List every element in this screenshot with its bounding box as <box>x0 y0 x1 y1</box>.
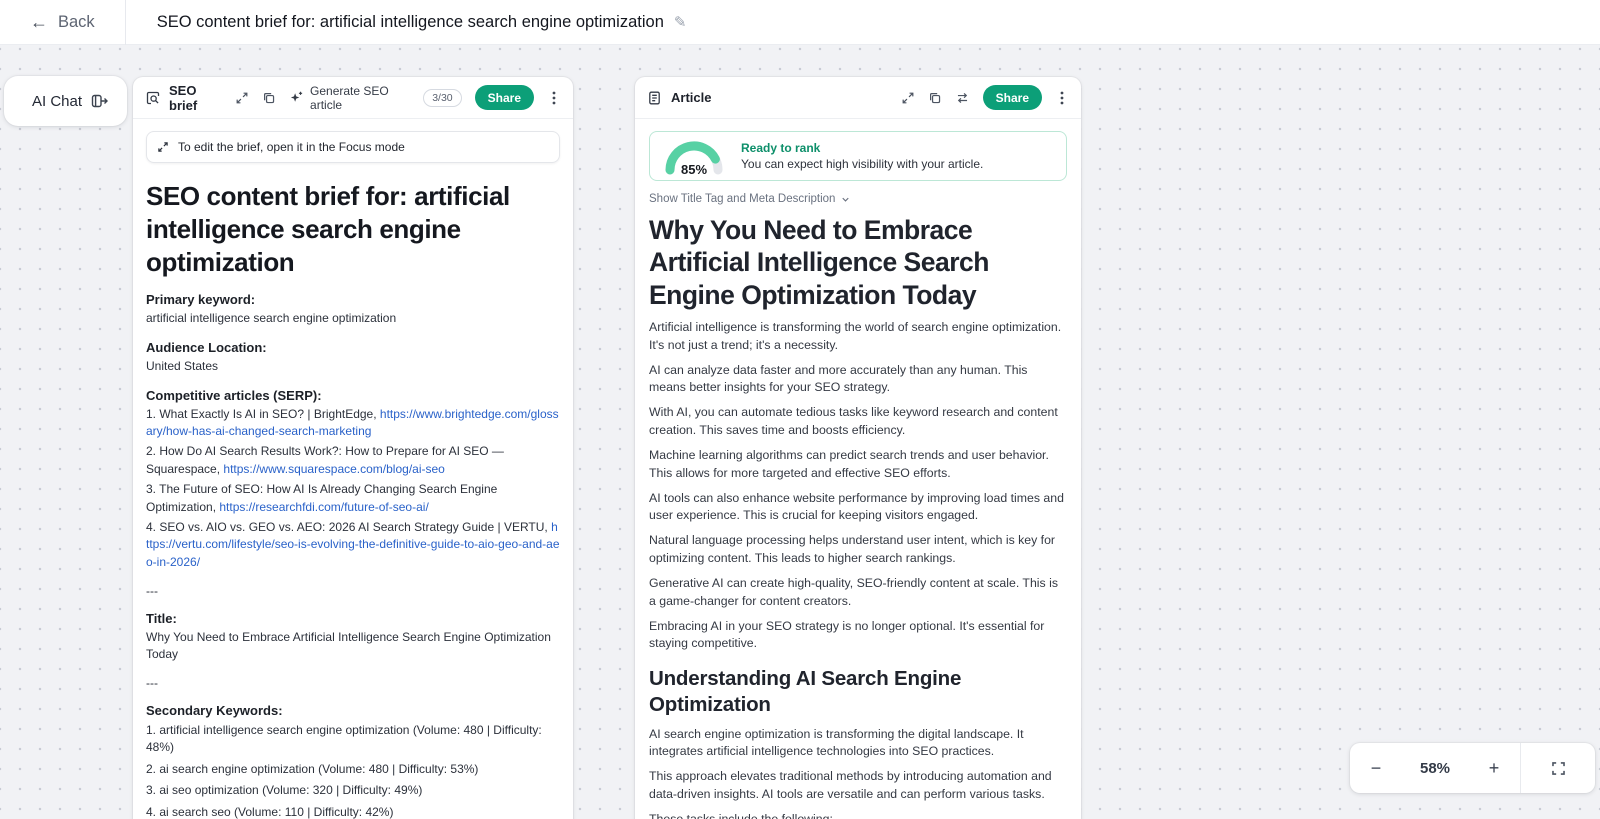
article-paragraph: This approach elevates traditional metho… <box>649 768 1067 803</box>
back-arrow-icon: ← <box>30 13 48 31</box>
article-panel: Article Share <box>635 77 1081 819</box>
page-title: SEO content brief for: artificial intell… <box>157 13 664 32</box>
secondary-keywords-list: 1. artificial intelligence search engine… <box>146 722 560 819</box>
serp-item: 2. How Do AI Search Results Work?: How t… <box>146 443 560 478</box>
regenerate-icon[interactable] <box>955 91 970 105</box>
chevron-down-icon <box>840 194 851 205</box>
audience-location-value: United States <box>146 358 560 375</box>
share-button[interactable]: Share <box>983 85 1042 110</box>
article-intro-paragraphs: Artificial intelligence is transforming … <box>649 319 1067 653</box>
article-section-paragraphs: AI search engine optimization is transfo… <box>649 726 1067 819</box>
primary-keyword-value: artificial intelligence search engine op… <box>146 310 560 327</box>
ai-chat-button[interactable]: AI Chat <box>4 76 127 126</box>
serp-item: 1. What Exactly Is AI in SEO? | BrightEd… <box>146 406 560 441</box>
back-label: Back <box>58 13 95 32</box>
score-title: Ready to rank <box>741 141 983 155</box>
expand-icon[interactable] <box>235 91 249 105</box>
article-paragraph: Natural language processing helps unders… <box>649 532 1067 567</box>
serp-item-text: 4. SEO vs. AIO vs. GEO vs. AEO: 2026 AI … <box>146 520 551 534</box>
brief-heading: SEO content brief for: artificial intell… <box>146 180 560 279</box>
secondary-keyword-item: 2. ai search engine optimization (Volume… <box>146 761 560 779</box>
seo-brief-panel: SEO brief <box>133 77 573 819</box>
score-description: You can expect high visibility with your… <box>741 157 983 171</box>
generate-quota-badge: 3/30 <box>423 89 461 107</box>
zoom-out-button[interactable]: − <box>1350 758 1402 779</box>
article-paragraph: Artificial intelligence is transforming … <box>649 319 1067 354</box>
article-paragraph: Machine learning algorithms can predict … <box>649 447 1067 482</box>
article-paragraph: AI tools can also enhance website perfor… <box>649 490 1067 525</box>
score-text: Ready to rank You can expect high visibi… <box>741 141 983 171</box>
serp-label: Competitive articles (SERP): <box>146 388 560 403</box>
secondary-keywords-label: Secondary Keywords: <box>146 703 560 718</box>
edit-pencil-icon[interactable]: ✎ <box>674 13 687 31</box>
open-panel-arrow-icon <box>91 93 109 109</box>
article-panel-header: Article Share <box>635 77 1081 119</box>
focus-mode-banner[interactable]: To edit the brief, open it in the Focus … <box>146 131 560 163</box>
article-paragraph: AI search engine optimization is transfo… <box>649 726 1067 761</box>
brief-divider: --- <box>146 584 560 598</box>
title-value: Why You Need to Embrace Artificial Intel… <box>146 629 560 663</box>
focus-note-text: To edit the brief, open it in the Focus … <box>178 140 405 154</box>
brief-doc-search-icon <box>145 90 161 106</box>
article-h1: Why You Need to Embrace Artificial Intel… <box>649 214 1067 311</box>
kebab-menu-icon[interactable] <box>1055 90 1069 106</box>
secondary-keyword-item: 3. ai seo optimization (Volume: 320 | Di… <box>146 782 560 800</box>
article-paragraph: These tasks include the following: <box>649 811 1067 819</box>
primary-keyword-label: Primary keyword: <box>146 292 560 307</box>
ai-chat-label: AI Chat <box>32 93 82 110</box>
article-doc-icon <box>647 90 663 106</box>
serp-list: 1. What Exactly Is AI in SEO? | BrightEd… <box>146 406 560 572</box>
generate-seo-article-button[interactable]: Generate SEO article 3/30 <box>289 84 462 112</box>
brief-body: To edit the brief, open it in the Focus … <box>133 119 573 819</box>
score-gauge: 85% <box>662 137 726 175</box>
expand-icon[interactable] <box>901 91 915 105</box>
serp-item-link[interactable]: https://researchfdi.com/future-of-seo-ai… <box>219 500 428 514</box>
meta-toggle-label: Show Title Tag and Meta Description <box>649 193 835 205</box>
audience-location-label: Audience Location: <box>146 340 560 355</box>
title-label: Title: <box>146 611 560 626</box>
focus-expand-icon <box>157 141 169 153</box>
fullscreen-icon <box>1550 760 1567 777</box>
serp-item: 4. SEO vs. AIO vs. GEO vs. AEO: 2026 AI … <box>146 519 560 571</box>
brief-panel-title: SEO brief <box>169 83 227 113</box>
share-button[interactable]: Share <box>475 85 534 110</box>
zoom-in-button[interactable]: + <box>1468 758 1520 779</box>
article-paragraph: Embracing AI in your SEO strategy is no … <box>649 618 1067 653</box>
generate-label: Generate SEO article <box>310 84 417 112</box>
article-paragraph: Generative AI can create high-quality, S… <box>649 575 1067 610</box>
copy-icon[interactable] <box>928 91 942 105</box>
score-value: 85% <box>662 162 726 177</box>
secondary-keyword-item: 1. artificial intelligence search engine… <box>146 722 560 757</box>
page-title-wrap: SEO content brief for: artificial intell… <box>126 13 687 32</box>
brief-panel-header: SEO brief <box>133 77 573 119</box>
top-bar: ← Back SEO content brief for: artificial… <box>0 0 1600 45</box>
serp-item: 3. The Future of SEO: How AI Is Already … <box>146 481 560 516</box>
serp-item-link[interactable]: https://www.squarespace.com/blog/ai-seo <box>223 462 444 476</box>
serp-item-text: 1. What Exactly Is AI in SEO? | BrightEd… <box>146 407 380 421</box>
zoom-level: 58% <box>1402 760 1468 777</box>
secondary-keyword-item: 4. ai search seo (Volume: 110 | Difficul… <box>146 804 560 819</box>
ready-to-rank-banner: 85% Ready to rank You can expect high vi… <box>649 131 1067 181</box>
article-paragraph: With AI, you can automate tedious tasks … <box>649 404 1067 439</box>
zoom-control: − 58% + <box>1350 743 1595 793</box>
kebab-menu-icon[interactable] <box>547 90 561 106</box>
meta-description-toggle[interactable]: Show Title Tag and Meta Description <box>649 193 1067 205</box>
article-body: 85% Ready to rank You can expect high vi… <box>635 119 1081 819</box>
article-h2: Understanding AI Search Engine Optimizat… <box>649 666 1067 718</box>
sparkle-icon <box>289 90 304 105</box>
article-paragraph: AI can analyze data faster and more accu… <box>649 362 1067 397</box>
brief-divider: --- <box>146 676 560 690</box>
dotted-canvas: AI Chat SEO brief <box>0 45 1600 819</box>
article-panel-title: Article <box>671 90 711 105</box>
back-button[interactable]: ← Back <box>0 0 125 44</box>
copy-icon[interactable] <box>262 91 276 105</box>
fullscreen-button[interactable] <box>1521 760 1595 777</box>
